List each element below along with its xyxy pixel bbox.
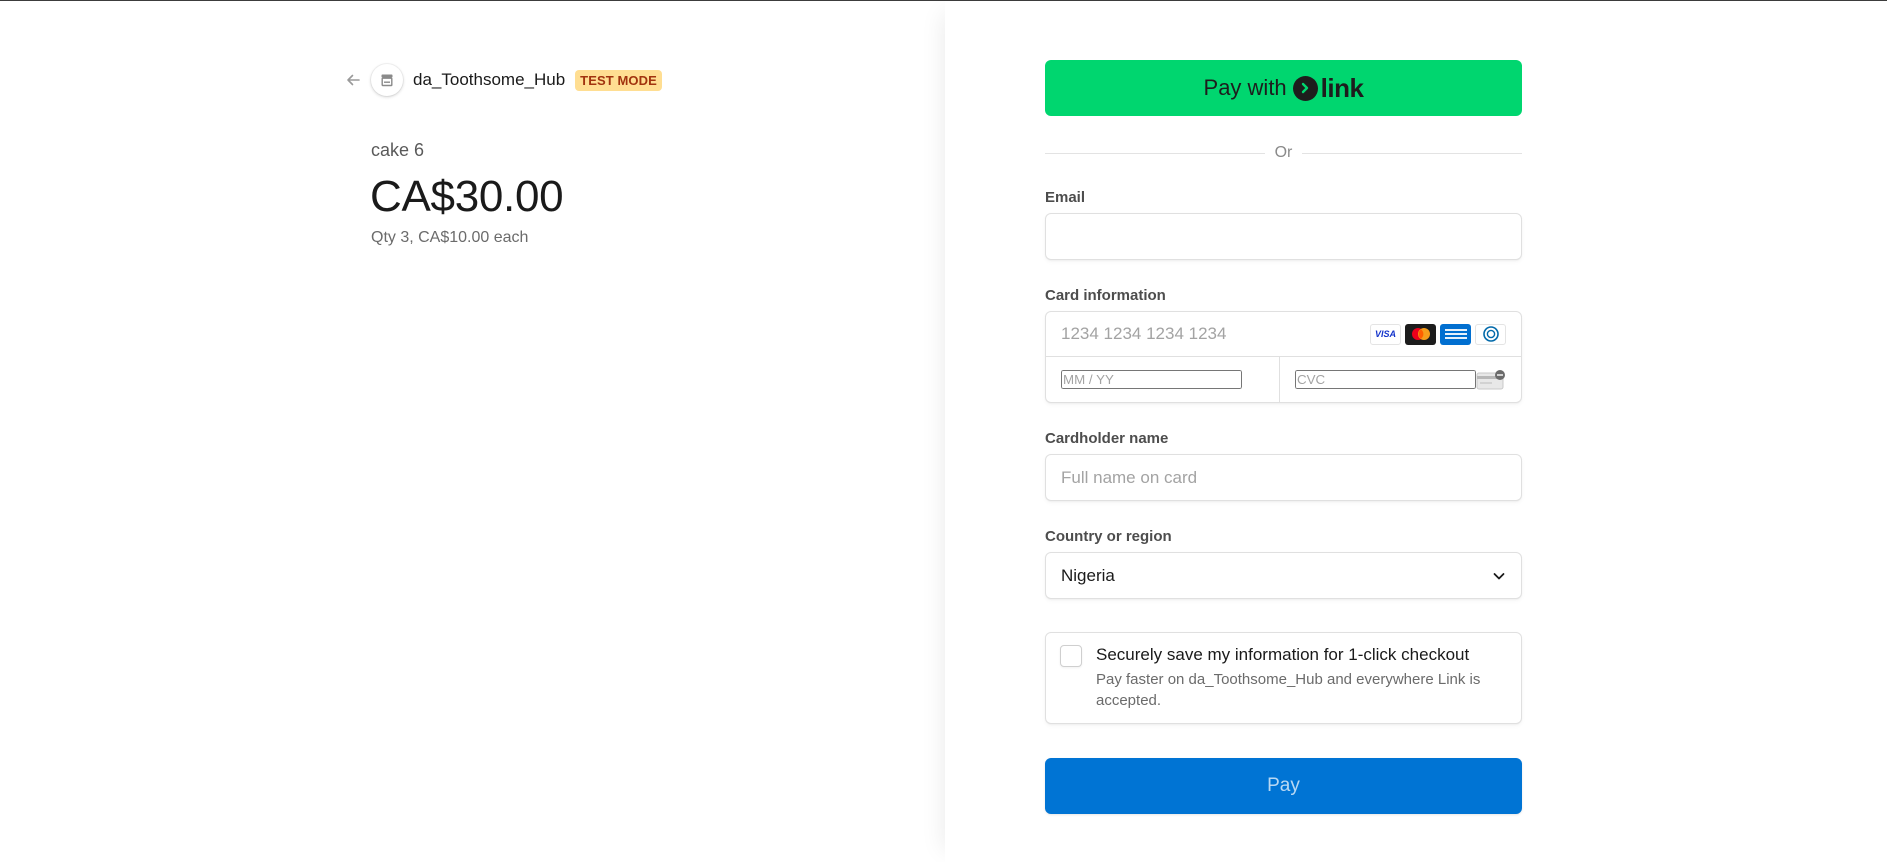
cardholder-group: Cardholder name [1045, 430, 1522, 501]
divider-line-left [1045, 152, 1265, 154]
country-label: Country or region [1045, 528, 1172, 545]
mastercard-icon [1405, 323, 1436, 345]
save-info-title: Securely save my information for 1-click… [1096, 645, 1470, 664]
cvc-field[interactable] [1295, 370, 1476, 389]
email-field[interactable] [1061, 226, 1506, 247]
cardholder-name-field[interactable] [1061, 467, 1506, 488]
payment-panel: Pay with link Or Email Card information [945, 1, 1887, 862]
email-group: Email [1045, 189, 1522, 260]
link-arrow-icon [1292, 75, 1318, 101]
expiry-wrapper [1046, 357, 1280, 402]
card-group: Card information VISA [1045, 287, 1522, 403]
card-number-field[interactable] [1061, 324, 1370, 344]
country-selected-value: Nigeria [1061, 565, 1115, 585]
save-info-text: Securely save my information for 1-click… [1096, 645, 1507, 711]
save-info-box: Securely save my information for 1-click… [1045, 632, 1522, 724]
card-info-label: Card information [1045, 287, 1166, 304]
link-logo: link [1292, 72, 1364, 104]
diners-club-icon [1475, 323, 1506, 345]
or-label: Or [1274, 144, 1293, 161]
email-label: Email [1045, 189, 1086, 206]
link-logo-word: link [1320, 72, 1364, 103]
save-info-group: Securely save my information for 1-click… [1045, 632, 1522, 724]
merchant-name[interactable]: da_Toothsome_Hub [413, 70, 565, 90]
card-bottom-row [1046, 357, 1521, 402]
cardholder-label: Cardholder name [1045, 430, 1169, 447]
card-brands: VISA [1370, 323, 1506, 345]
save-info-checkbox[interactable] [1060, 645, 1082, 667]
pay-with-link-label: Pay with [1203, 75, 1287, 100]
back-arrow-icon[interactable] [343, 70, 363, 90]
cvc-wrapper [1280, 357, 1521, 402]
divider-line-right [1302, 152, 1522, 154]
pay-with-link-button[interactable]: Pay with link [1045, 60, 1522, 116]
pay-group: Pay [1045, 758, 1522, 814]
test-mode-badge: TEST MODE [575, 69, 662, 91]
order-summary-panel: da_Toothsome_Hub TEST MODE cake 6 CA$30.… [0, 1, 945, 862]
visa-text: VISA [1374, 329, 1396, 339]
cvc-card-icon [1476, 369, 1506, 390]
chevron-down-icon [1492, 569, 1506, 583]
amex-icon [1440, 323, 1471, 345]
card-number-row: VISA [1046, 312, 1521, 357]
total-price: CA$30.00 [370, 172, 564, 221]
cardholder-input-wrapper [1045, 454, 1522, 501]
visa-icon: VISA [1370, 323, 1401, 345]
product-name: cake 6 [371, 140, 425, 160]
country-group: Country or region Nigeria [1045, 528, 1522, 599]
merchant-header: da_Toothsome_Hub TEST MODE [343, 63, 662, 97]
payment-form: Pay with link Or Email Card information [1045, 60, 1522, 814]
or-divider: Or [1045, 143, 1522, 163]
expiry-field[interactable] [1061, 370, 1242, 389]
quantity-line: Qty 3, CA$10.00 each [371, 229, 529, 246]
card-input-box: VISA [1045, 311, 1522, 403]
save-info-description: Pay faster on da_Toothsome_Hub and every… [1096, 671, 1481, 709]
email-input-wrapper [1045, 213, 1522, 260]
store-icon [371, 64, 403, 96]
pay-button[interactable]: Pay [1045, 758, 1522, 814]
country-select[interactable]: Nigeria [1045, 552, 1522, 599]
